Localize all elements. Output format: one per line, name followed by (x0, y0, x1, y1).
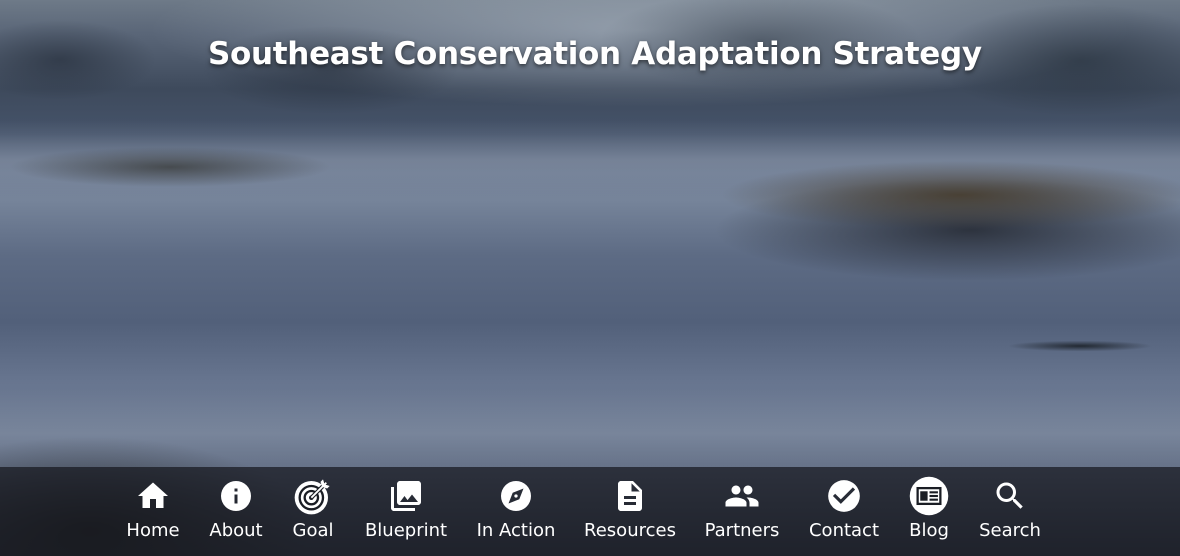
people-icon (722, 478, 762, 514)
nav-item-label: Contact (808, 520, 880, 541)
nav-item-label: Goal (292, 520, 334, 541)
nav-item-partners[interactable]: Partners (700, 467, 784, 556)
site-title[interactable]: Southeast Conservation Adaptation Strate… (208, 36, 982, 72)
nav-item-label: Blog (909, 520, 949, 541)
target-icon (293, 478, 333, 515)
newspaper-icon (908, 476, 950, 516)
photo-library-icon (385, 478, 427, 514)
nav-item-contact[interactable]: Contact (804, 467, 884, 556)
nav-item-home[interactable]: Home (122, 467, 184, 556)
info-icon (218, 478, 254, 514)
nav-item-label: About (209, 520, 263, 541)
home-icon (135, 478, 171, 514)
nav-item-in-action[interactable]: In Action (472, 467, 560, 556)
nav-item-about[interactable]: About (205, 467, 267, 556)
nav-item-label: Blueprint (364, 520, 448, 541)
nav-item-search[interactable]: Search (976, 467, 1044, 556)
nav-item-label: Home (126, 520, 180, 541)
nav-item-blog[interactable]: Blog (902, 467, 956, 556)
nav-item-label: Search (979, 520, 1041, 541)
nav-item-label: Resources (584, 520, 676, 541)
marsh-grass-left (0, 142, 360, 192)
nav-item-label: Partners (704, 520, 780, 541)
marsh-grass-right (670, 150, 1180, 280)
nav-item-blueprint[interactable]: Blueprint (360, 467, 452, 556)
document-icon (612, 478, 648, 514)
main-navigation: Home About Goal Blueprint In Action Reso… (0, 467, 1180, 556)
water-ripple (1000, 338, 1170, 354)
nav-item-label: In Action (476, 520, 556, 541)
compass-icon (498, 478, 534, 514)
check-circle-icon (825, 478, 863, 514)
nav-item-goal[interactable]: Goal (286, 467, 340, 556)
nav-item-resources[interactable]: Resources (580, 467, 680, 556)
search-icon (992, 478, 1028, 514)
